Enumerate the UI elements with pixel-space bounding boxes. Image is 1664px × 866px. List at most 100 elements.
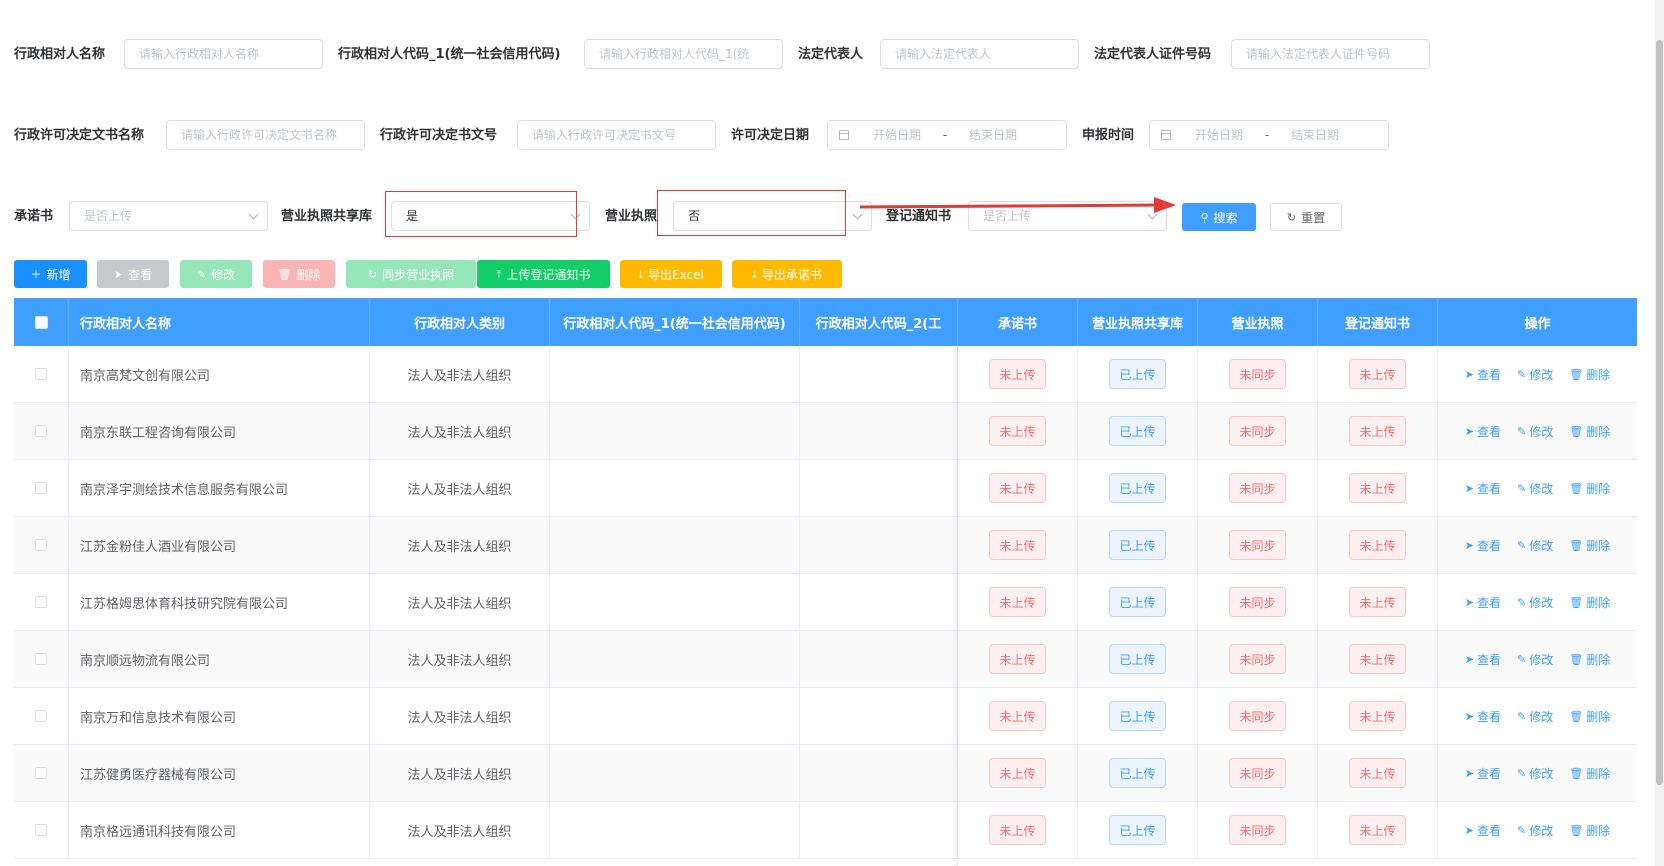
vertical-scrollbar[interactable] bbox=[1655, 0, 1664, 866]
cell-name: 江苏格姆思体育科技研究院有限公司 bbox=[69, 574, 370, 630]
annotation-arrow bbox=[859, 197, 1176, 213]
cell-name: 江苏健勇医疗器械有限公司 bbox=[69, 745, 370, 801]
row-edit-link[interactable]: ✎ 修改 bbox=[1517, 480, 1553, 497]
cell-ops: ➤ 查看 ✎ 修改 🗑 删除 bbox=[1438, 403, 1637, 459]
code1-input[interactable]: 请输入行政相对人代码_1(统 bbox=[584, 39, 783, 69]
row-delete-link[interactable]: 🗑 删除 bbox=[1569, 822, 1610, 839]
row-checkbox[interactable] bbox=[35, 425, 47, 437]
header-category: 行政相对人类别 bbox=[370, 298, 550, 346]
trash-icon: 🗑 bbox=[1569, 424, 1584, 438]
row-delete-link[interactable]: 🗑 删除 bbox=[1569, 651, 1610, 668]
row-delete-link[interactable]: 🗑 删除 bbox=[1569, 765, 1610, 782]
cell-ops: ➤ 查看 ✎ 修改 🗑 删除 bbox=[1438, 688, 1637, 744]
row-view-link[interactable]: ➤ 查看 bbox=[1465, 594, 1501, 611]
legal-rep-input[interactable]: 请输入法定代表人 bbox=[880, 39, 1079, 69]
export-excel-button[interactable]: ⤓ 导出Excel bbox=[620, 260, 722, 288]
name-input[interactable]: 请输入行政相对人名称 bbox=[124, 39, 323, 69]
row-view-label: 查看 bbox=[1476, 367, 1501, 382]
cell-promise: 未上传 bbox=[958, 517, 1078, 573]
status-badge-notice: 未上传 bbox=[1349, 701, 1406, 731]
row-checkbox[interactable] bbox=[35, 539, 47, 551]
row-edit-link[interactable]: ✎ 修改 bbox=[1517, 708, 1553, 725]
cell-promise: 未上传 bbox=[958, 631, 1078, 687]
row-edit-link[interactable]: ✎ 修改 bbox=[1517, 423, 1553, 440]
row-checkbox[interactable] bbox=[35, 710, 47, 722]
cell-category: 法人及非法人组织 bbox=[370, 574, 550, 630]
row-view-link[interactable]: ➤ 查看 bbox=[1465, 708, 1501, 725]
row-checkbox[interactable] bbox=[35, 767, 47, 779]
row-view-link[interactable]: ➤ 查看 bbox=[1465, 423, 1501, 440]
row-delete-label: 删除 bbox=[1586, 538, 1611, 553]
row-view-link[interactable]: ➤ 查看 bbox=[1465, 765, 1501, 782]
cell-ops: ➤ 查看 ✎ 修改 🗑 删除 bbox=[1438, 517, 1637, 573]
add-button[interactable]: ＋ 新增 bbox=[14, 260, 87, 288]
row-edit-label: 修改 bbox=[1529, 481, 1554, 496]
row-select-cell bbox=[14, 745, 69, 801]
upload-notice-button[interactable]: ⤒ 上传登记通知书 bbox=[477, 260, 610, 288]
row-delete-link[interactable]: 🗑 删除 bbox=[1569, 537, 1610, 554]
cell-code1 bbox=[550, 631, 800, 687]
table-row[interactable]: 南京东联工程咨询有限公司 法人及非法人组织 未上传 已上传 未同步 未上传 ➤ 查看 ✎ 修改 🗑 删… bbox=[14, 403, 1637, 460]
row-checkbox[interactable] bbox=[35, 596, 47, 608]
cell-share: 已上传 bbox=[1078, 688, 1198, 744]
search-button[interactable]: ⚲ 搜索 bbox=[1182, 203, 1256, 231]
sync-license-button[interactable]: ↻ 同步营业执照 bbox=[346, 260, 476, 288]
send-icon: ➤ bbox=[1464, 652, 1474, 666]
reset-button[interactable]: ↻ 重置 bbox=[1270, 203, 1342, 231]
row-checkbox[interactable] bbox=[35, 653, 47, 665]
cell-name: 南京格远通讯科技有限公司 bbox=[69, 802, 370, 858]
row-delete-link[interactable]: 🗑 删除 bbox=[1569, 366, 1610, 383]
row-edit-label: 修改 bbox=[1529, 709, 1554, 724]
cell-code2 bbox=[800, 688, 958, 744]
row-edit-link[interactable]: ✎ 修改 bbox=[1517, 651, 1553, 668]
table-row[interactable]: 南京顺远物流有限公司 法人及非法人组织 未上传 已上传 未同步 未上传 ➤ 查看 ✎ 修改 🗑 删除 bbox=[14, 631, 1637, 688]
table-row[interactable]: 江苏格姆思体育科技研究院有限公司 法人及非法人组织 未上传 已上传 未同步 未上传 ➤ 查看 ✎… bbox=[14, 574, 1637, 631]
report-time-range[interactable]: 开始日期 - 结束日期 bbox=[1149, 120, 1389, 150]
row-delete-label: 删除 bbox=[1586, 367, 1611, 382]
row-view-link[interactable]: ➤ 查看 bbox=[1465, 366, 1501, 383]
row-view-link[interactable]: ➤ 查看 bbox=[1465, 480, 1501, 497]
cell-notice: 未上传 bbox=[1318, 688, 1438, 744]
edit-icon: ✎ bbox=[1517, 652, 1527, 666]
select-all-checkbox[interactable] bbox=[34, 315, 48, 329]
row-checkbox[interactable] bbox=[35, 368, 47, 380]
table-row[interactable]: 南京泽宇测绘技术信息服务有限公司 法人及非法人组织 未上传 已上传 未同步 未上传 ➤ 查看 ✎… bbox=[14, 460, 1637, 517]
table-row[interactable]: 江苏金粉佳人酒业有限公司 法人及非法人组织 未上传 已上传 未同步 未上传 ➤ 查看 ✎ 修改 🗑 删… bbox=[14, 517, 1637, 574]
table-row[interactable]: 江苏健勇医疗器械有限公司 法人及非法人组织 未上传 已上传 未同步 未上传 ➤ 查看 ✎ 修改 🗑 删… bbox=[14, 745, 1637, 802]
decision-date-range[interactable]: 开始日期 - 结束日期 bbox=[827, 120, 1067, 150]
row-delete-link[interactable]: 🗑 删除 bbox=[1569, 594, 1610, 611]
row-edit-link[interactable]: ✎ 修改 bbox=[1517, 594, 1553, 611]
cell-license: 未同步 bbox=[1198, 631, 1318, 687]
legal-rep-id-input[interactable]: 请输入法定代表人证件号码 bbox=[1231, 39, 1430, 69]
row-edit-link[interactable]: ✎ 修改 bbox=[1517, 537, 1553, 554]
doc-no-input[interactable]: 请输入行政许可决定书文号 bbox=[517, 120, 716, 150]
trash-icon: 🗑 bbox=[277, 267, 292, 281]
delete-button[interactable]: 🗑 删除 bbox=[263, 260, 335, 288]
row-edit-link[interactable]: ✎ 修改 bbox=[1517, 822, 1553, 839]
view-button[interactable]: ➤ 查看 bbox=[97, 260, 169, 288]
trash-icon: 🗑 bbox=[1569, 766, 1584, 780]
table-row[interactable]: 南京高梵文创有限公司 法人及非法人组织 未上传 已上传 未同步 未上传 ➤ 查看 ✎ 修改 🗑 删除 bbox=[14, 346, 1637, 403]
row-view-label: 查看 bbox=[1476, 766, 1501, 781]
status-badge-promise: 未上传 bbox=[989, 416, 1046, 446]
table-row[interactable]: 南京格远通讯科技有限公司 法人及非法人组织 未上传 已上传 未同步 未上传 ➤ 查看 ✎ 修改 🗑 删… bbox=[14, 802, 1637, 859]
row-view-link[interactable]: ➤ 查看 bbox=[1465, 537, 1501, 554]
row-checkbox[interactable] bbox=[35, 824, 47, 836]
export-promise-button[interactable]: ⤓ 导出承诺书 bbox=[732, 260, 842, 288]
doc-name-input[interactable]: 请输入行政许可决定文书名称 bbox=[166, 120, 365, 150]
edit-button[interactable]: ✎ 修改 bbox=[180, 260, 252, 288]
row-view-link[interactable]: ➤ 查看 bbox=[1465, 822, 1501, 839]
promise-select[interactable]: 是否上传 bbox=[69, 201, 268, 231]
row-view-link[interactable]: ➤ 查看 bbox=[1465, 651, 1501, 668]
row-edit-link[interactable]: ✎ 修改 bbox=[1517, 765, 1553, 782]
status-badge-promise: 未上传 bbox=[989, 359, 1046, 389]
row-delete-link[interactable]: 🗑 删除 bbox=[1569, 708, 1610, 725]
row-checkbox[interactable] bbox=[35, 482, 47, 494]
status-badge-license: 未同步 bbox=[1229, 530, 1286, 560]
row-delete-link[interactable]: 🗑 删除 bbox=[1569, 480, 1610, 497]
scrollbar-thumb[interactable] bbox=[1656, 40, 1663, 785]
table-row[interactable]: 南京万和信息技术有限公司 法人及非法人组织 未上传 已上传 未同步 未上传 ➤ 查看 ✎ 修改 🗑 删… bbox=[14, 688, 1637, 745]
row-delete-link[interactable]: 🗑 删除 bbox=[1569, 423, 1610, 440]
row-edit-link[interactable]: ✎ 修改 bbox=[1517, 366, 1553, 383]
cell-promise: 未上传 bbox=[958, 460, 1078, 516]
